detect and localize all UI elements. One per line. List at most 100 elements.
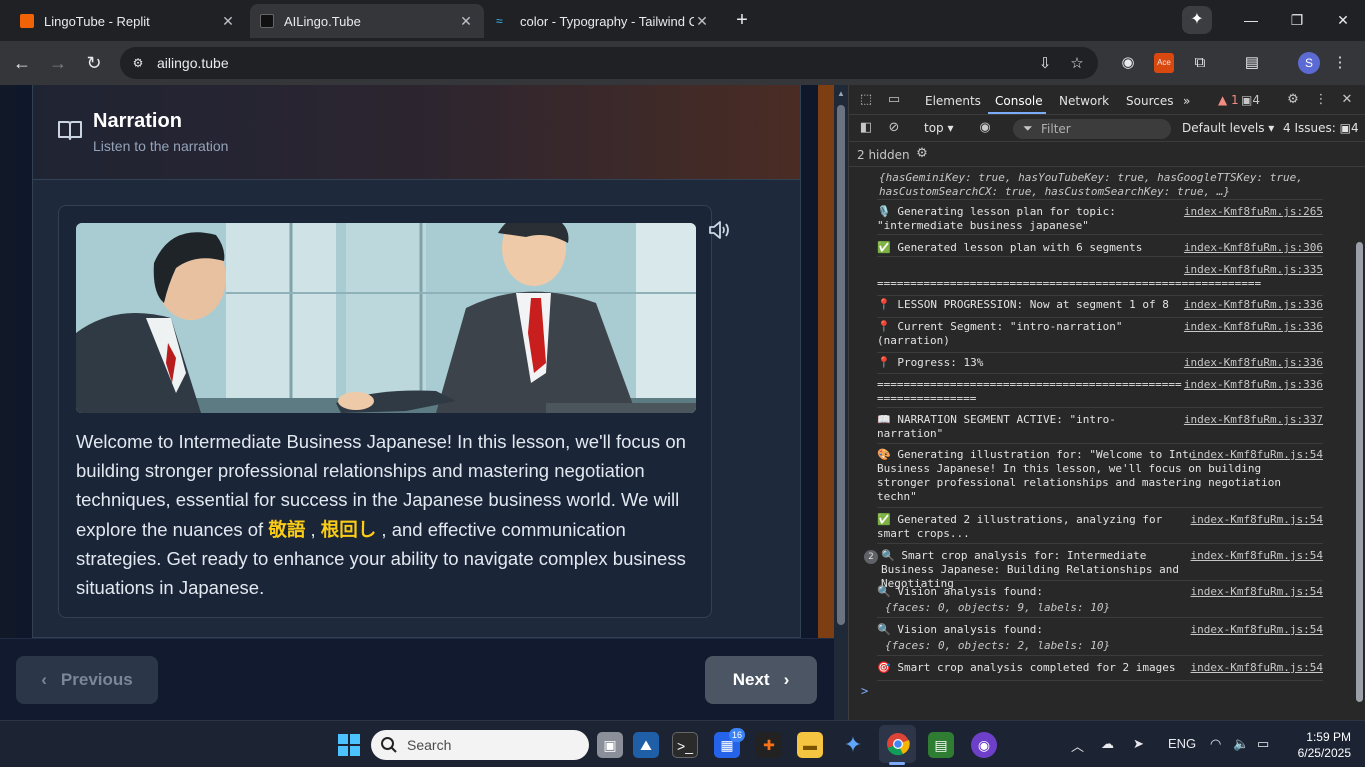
source-link[interactable]: index-Kmf8fuRm.js:336 bbox=[1184, 320, 1323, 334]
url-text[interactable]: ailingo.tube bbox=[157, 55, 229, 71]
lesson-card: Narration Listen to the narration Welcom… bbox=[32, 85, 801, 638]
source-link[interactable]: index-Kmf8fuRm.js:54 bbox=[1191, 585, 1323, 599]
more-tabs-icon[interactable]: » bbox=[1183, 94, 1190, 108]
ace-extension-icon[interactable]: Ace bbox=[1154, 53, 1174, 73]
console-scrollbar[interactable] bbox=[1352, 168, 1365, 720]
widgets-icon[interactable]: ⛰ bbox=[633, 732, 659, 758]
bookmark-star-icon[interactable]: ☆ bbox=[1067, 54, 1087, 74]
language-indicator[interactable]: ENG bbox=[1168, 736, 1196, 751]
console-text: ========================================… bbox=[877, 378, 1189, 405]
console-scrollbar-thumb[interactable] bbox=[1356, 242, 1363, 702]
source-link[interactable]: index-Kmf8fuRm.js:54 bbox=[1191, 623, 1323, 637]
tab-sources[interactable]: Sources bbox=[1126, 94, 1173, 108]
profile-avatar[interactable]: S bbox=[1298, 52, 1320, 74]
source-link[interactable]: index-Kmf8fuRm.js:306 bbox=[1184, 241, 1323, 255]
vocab-keigo[interactable]: 敬語 bbox=[268, 519, 305, 540]
tab-ailingo[interactable]: AILingo.Tube ✕ bbox=[250, 4, 484, 38]
speaker-volume-icon[interactable] bbox=[708, 219, 732, 241]
warning-count-value: 1 bbox=[1231, 93, 1239, 107]
ailingo-favicon-icon bbox=[260, 14, 274, 28]
page-scrollbar-thumb[interactable] bbox=[837, 105, 845, 625]
spreadsheet-icon[interactable]: ▤ bbox=[928, 732, 954, 758]
source-link[interactable]: index-Kmf8fuRm.js:335 bbox=[1184, 263, 1323, 277]
source-link[interactable]: index-Kmf8fuRm.js:54 bbox=[1190, 448, 1323, 462]
app-icon[interactable]: ✚ bbox=[756, 732, 782, 758]
site-settings-icon[interactable]: ⚙ bbox=[130, 55, 146, 71]
back-arrow-icon[interactable]: ← bbox=[10, 51, 34, 75]
source-link[interactable]: index-Kmf8fuRm.js:54 bbox=[1191, 513, 1323, 527]
volume-icon[interactable]: 🔈 bbox=[1233, 736, 1249, 752]
console-text: ✅ Generated 2 illustrations, analyzing f… bbox=[877, 513, 1169, 540]
next-button[interactable]: Next › bbox=[705, 656, 817, 704]
file-explorer-icon[interactable]: ▬ bbox=[797, 732, 823, 758]
console-message: 📖 NARRATION SEGMENT ACTIVE: "intro-narra… bbox=[877, 413, 1323, 444]
tab-tailwind[interactable]: ≈ color - Typography - Tailwind CSS ✕ bbox=[486, 4, 720, 38]
side-panel-icon[interactable]: ▤ bbox=[1242, 53, 1262, 73]
console-filter-input[interactable]: ⏷ Filter bbox=[1013, 119, 1171, 139]
source-link[interactable]: index-Kmf8fuRm.js:337 bbox=[1184, 413, 1323, 427]
settings-gear-icon[interactable]: ⚙ bbox=[1284, 92, 1302, 108]
console-object[interactable]: {faces: 0, objects: 2, labels: 10} bbox=[885, 639, 1185, 653]
github-icon[interactable]: ◉ bbox=[971, 732, 997, 758]
close-tab-icon[interactable]: ✕ bbox=[458, 13, 474, 30]
tab-elements[interactable]: Elements bbox=[925, 94, 981, 108]
console-settings-gear-icon[interactable]: ⚙ bbox=[913, 146, 931, 162]
source-link[interactable]: index-Kmf8fuRm.js:54 bbox=[1191, 661, 1323, 675]
scroll-up-icon[interactable]: ▲ bbox=[836, 89, 846, 99]
extensions-puzzle-icon[interactable]: ⧉ bbox=[1190, 53, 1210, 73]
console-prompt[interactable]: > bbox=[861, 684, 868, 698]
context-selector[interactable]: top ▾ bbox=[924, 121, 954, 135]
install-app-icon[interactable]: ⇩ bbox=[1035, 54, 1055, 74]
restore-icon[interactable]: ❐ bbox=[1282, 8, 1312, 32]
reload-icon[interactable]: ↻ bbox=[82, 51, 106, 75]
taskbar-search[interactable]: Search bbox=[371, 730, 589, 760]
battery-icon[interactable]: ▭ bbox=[1257, 736, 1269, 752]
tab-console[interactable]: Console bbox=[995, 94, 1043, 108]
previous-button[interactable]: ‹ Previous bbox=[16, 656, 158, 704]
live-expression-eye-icon[interactable]: ◉ bbox=[976, 120, 994, 136]
forward-arrow-icon[interactable]: → bbox=[46, 51, 70, 75]
source-link[interactable]: index-Kmf8fuRm.js:54 bbox=[1191, 549, 1323, 563]
close-tab-icon[interactable]: ✕ bbox=[694, 13, 710, 30]
console-object[interactable]: {hasGeminiKey: true, hasYouTubeKey: true… bbox=[879, 171, 1325, 199]
cloud-sync-icon[interactable]: ☁ bbox=[1101, 736, 1114, 752]
tray-overflow-chevron-icon[interactable]: ︿ bbox=[1071, 736, 1084, 755]
source-link[interactable]: index-Kmf8fuRm.js:336 bbox=[1184, 356, 1323, 370]
wifi-icon[interactable]: ◠ bbox=[1210, 736, 1221, 752]
inspect-element-icon[interactable]: ⬚ bbox=[857, 92, 875, 108]
device-toolbar-icon[interactable]: ▭ bbox=[885, 92, 903, 108]
system-clock[interactable]: 1:59 PM 6/25/2025 bbox=[1283, 729, 1351, 761]
vocab-nemawashi[interactable]: 根回し bbox=[321, 519, 377, 540]
minimize-icon[interactable]: — bbox=[1236, 8, 1266, 32]
section-subtitle: Listen to the narration bbox=[93, 138, 229, 154]
close-devtools-icon[interactable]: ✕ bbox=[1338, 92, 1356, 108]
tab-network[interactable]: Network bbox=[1059, 94, 1109, 108]
sidebar-toggle-icon[interactable]: ◧ bbox=[857, 120, 875, 136]
gemini-sparkle-icon[interactable]: ✦ bbox=[1182, 6, 1212, 34]
address-bar[interactable]: ⚙ ailingo.tube ⇩ ☆ bbox=[120, 47, 1098, 79]
chrome-icon[interactable] bbox=[885, 732, 911, 758]
task-view-icon[interactable]: ▣ bbox=[597, 732, 623, 758]
kebab-menu-icon[interactable]: ⋮ bbox=[1312, 92, 1330, 108]
location-arrow-icon[interactable]: ➤ bbox=[1133, 736, 1144, 752]
new-tab-button[interactable]: + bbox=[730, 8, 754, 32]
tab-lingotube-replit[interactable]: LingoTube - Replit ✕ bbox=[10, 4, 246, 38]
terminal-icon[interactable]: >_ bbox=[672, 732, 698, 758]
source-link[interactable]: index-Kmf8fuRm.js:336 bbox=[1184, 378, 1323, 392]
message-count[interactable]: ▣4 bbox=[1241, 93, 1260, 107]
browser-menu-icon[interactable]: ⋮ bbox=[1330, 53, 1350, 73]
warning-count[interactable]: ▲ 1 bbox=[1218, 93, 1239, 107]
copilot-sparkle-icon[interactable]: ✦ bbox=[840, 732, 866, 758]
close-tab-icon[interactable]: ✕ bbox=[220, 13, 236, 30]
clock-date: 6/25/2025 bbox=[1297, 746, 1351, 760]
windows-start-icon[interactable] bbox=[336, 732, 362, 758]
issues-counter[interactable]: 4 Issues: ▣4 bbox=[1283, 121, 1359, 135]
extension-circle-icon[interactable]: ◉ bbox=[1118, 53, 1138, 73]
log-levels-dropdown[interactable]: Default levels ▾ bbox=[1182, 121, 1274, 135]
close-window-icon[interactable]: ✕ bbox=[1328, 8, 1358, 32]
page-scrollbar[interactable]: ▲ bbox=[834, 85, 848, 720]
source-link[interactable]: index-Kmf8fuRm.js:265 bbox=[1184, 205, 1323, 219]
source-link[interactable]: index-Kmf8fuRm.js:336 bbox=[1184, 298, 1323, 312]
console-object[interactable]: {faces: 0, objects: 9, labels: 10} bbox=[885, 601, 1185, 615]
clear-console-icon[interactable]: ⊘ bbox=[885, 120, 903, 136]
